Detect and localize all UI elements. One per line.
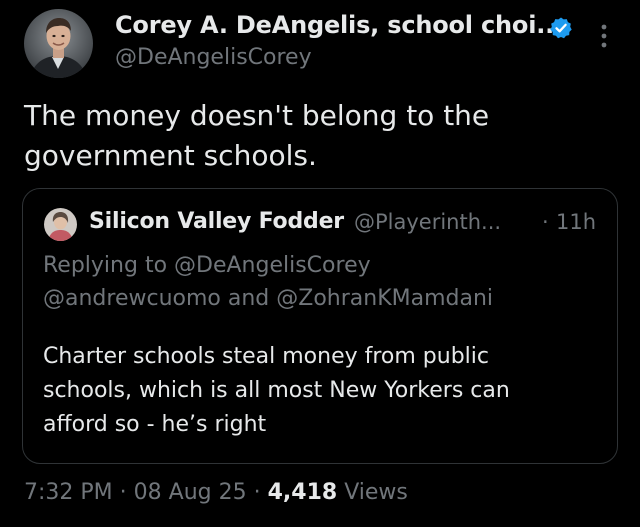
verified-badge-icon: [549, 16, 573, 40]
quoted-time[interactable]: 11h: [556, 210, 596, 234]
tweet-text-line: The money doesn't belong to the: [24, 99, 490, 132]
quoted-handle[interactable]: @Playerinth...: [354, 210, 501, 234]
tweet-meta: 7:32 PM · 08 Aug 25 · 4,418 Views: [24, 480, 408, 505]
author-handle[interactable]: @DeAngelisCorey: [115, 45, 312, 70]
tweet: Corey A. DeAngelis, school choi... @DeAn…: [0, 0, 640, 527]
more-dots-icon[interactable]: [595, 22, 613, 52]
mention-link[interactable]: @andrewcuomo: [43, 286, 221, 311]
views-label: Views: [344, 480, 408, 505]
author-avatar[interactable]: [24, 9, 93, 78]
quoted-display-name[interactable]: Silicon Valley Fodder: [89, 209, 344, 234]
tweet-time[interactable]: 7:32 PM: [24, 480, 113, 505]
quoted-text-line: afford so - he’s right: [43, 412, 267, 437]
quoted-text-line: schools, which is all most New Yorkers c…: [43, 378, 510, 403]
tweet-date[interactable]: 08 Aug 25: [134, 480, 247, 505]
tweet-text: The money doesn't belong to the governme…: [24, 96, 614, 176]
mention-link[interactable]: @DeAngelisCorey: [174, 253, 371, 278]
replying-to: Replying to @DeAngelisCorey @andrewcuomo…: [43, 249, 493, 315]
mention-link[interactable]: @ZohranKMamdani: [276, 286, 493, 311]
replying-and: and: [227, 286, 270, 311]
quoted-text-line: Charter schools steal money from public: [43, 344, 489, 369]
quoted-separator: ·: [542, 210, 549, 234]
quoted-tweet-text: Charter schools steal money from public …: [43, 340, 603, 442]
meta-separator: ·: [119, 480, 127, 505]
quoted-tweet-card[interactable]: Silicon Valley Fodder @Playerinth... · 1…: [22, 188, 618, 464]
quoted-author-avatar[interactable]: [44, 208, 77, 241]
replying-prefix: Replying to: [43, 253, 168, 278]
tweet-text-line: government schools.: [24, 139, 317, 172]
meta-separator: ·: [253, 480, 261, 505]
views-count[interactable]: 4,418: [268, 480, 338, 505]
author-display-name[interactable]: Corey A. DeAngelis, school choi...: [115, 11, 563, 39]
